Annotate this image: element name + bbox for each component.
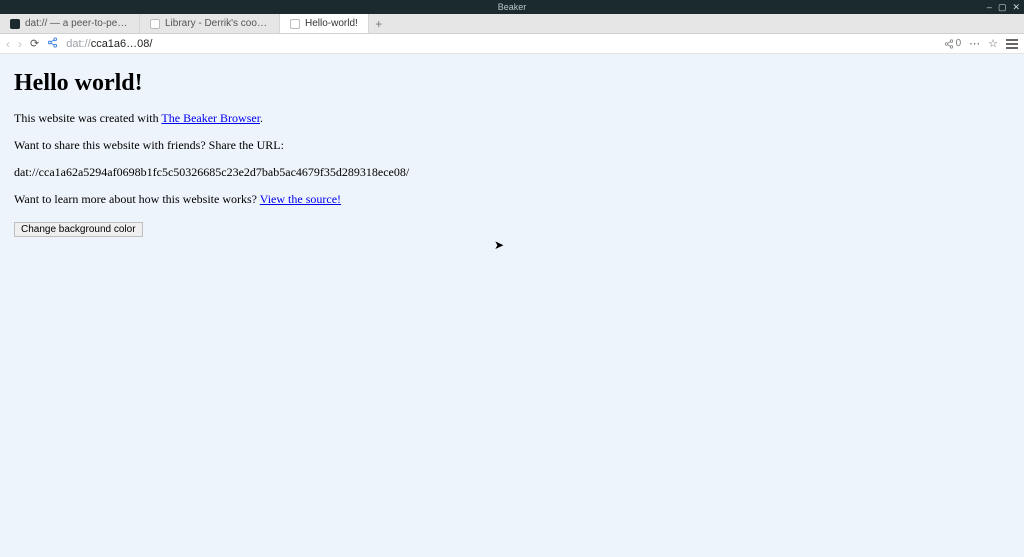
- view-source-link[interactable]: View the source!: [260, 192, 341, 206]
- peers-indicator[interactable]: 0: [944, 38, 962, 49]
- url-protocol: dat://: [66, 38, 90, 50]
- window-titlebar: Beaker – ▢ ✕: [0, 0, 1024, 14]
- page-favicon-icon: [290, 19, 300, 29]
- tab-strip: dat:// — a peer-to-peer protocol Library…: [0, 14, 1024, 34]
- share-nodes-icon: [944, 39, 954, 49]
- url-path: cca1a6…08/: [91, 38, 153, 50]
- more-menu-button[interactable]: ⋯: [969, 37, 980, 50]
- beaker-browser-link[interactable]: The Beaker Browser: [161, 111, 260, 125]
- browser-toolbar: ‹ › ⟳ dat://cca1a6…08/ 0 ⋯ ☆: [0, 34, 1024, 54]
- intro-paragraph: This website was created with The Beaker…: [14, 111, 1010, 126]
- new-tab-button[interactable]: +: [369, 14, 389, 33]
- tab-hello-world[interactable]: Hello-world!: [280, 14, 369, 33]
- tab-dat-protocol[interactable]: dat:// — a peer-to-peer protocol: [0, 14, 140, 33]
- change-background-button[interactable]: Change background color: [14, 222, 143, 237]
- intro-text-after-link: .: [260, 111, 263, 125]
- page-content: Hello world! This website was created wi…: [0, 54, 1024, 557]
- hamburger-menu-icon[interactable]: [1006, 39, 1018, 49]
- page-favicon-icon: [150, 19, 160, 29]
- window-close-icon[interactable]: ✕: [1012, 2, 1020, 13]
- dat-url: dat://cca1a62a5294af0698b1fc5c50326685c2…: [14, 165, 1010, 180]
- page-heading: Hello world!: [14, 70, 1010, 97]
- window-maximize-icon[interactable]: ▢: [998, 2, 1007, 13]
- learn-more-paragraph: Want to learn more about how this websit…: [14, 192, 1010, 207]
- share-prompt: Want to share this website with friends?…: [14, 138, 1010, 153]
- tab-label: Library - Derrik's cool website thing: [165, 18, 269, 29]
- tab-library[interactable]: Library - Derrik's cool website thing: [140, 14, 280, 33]
- bookmark-star-icon[interactable]: ☆: [988, 37, 998, 50]
- window-minimize-icon[interactable]: –: [987, 2, 992, 12]
- window-controls: – ▢ ✕: [987, 0, 1020, 14]
- back-button[interactable]: ‹: [6, 37, 10, 51]
- globe-favicon-icon: [10, 19, 20, 29]
- tab-label: Hello-world!: [305, 18, 358, 29]
- url-bar[interactable]: dat://cca1a6…08/: [66, 38, 935, 50]
- share-icon[interactable]: [47, 37, 58, 51]
- peers-count: 0: [956, 38, 962, 49]
- forward-button[interactable]: ›: [18, 37, 22, 51]
- app-title: Beaker: [498, 2, 527, 12]
- toolbar-right: 0 ⋯ ☆: [944, 37, 1018, 50]
- tab-label: dat:// — a peer-to-peer protocol: [25, 18, 129, 29]
- reload-button[interactable]: ⟳: [30, 37, 39, 50]
- learn-more-text: Want to learn more about how this websit…: [14, 192, 260, 206]
- intro-text-before-link: This website was created with: [14, 111, 161, 125]
